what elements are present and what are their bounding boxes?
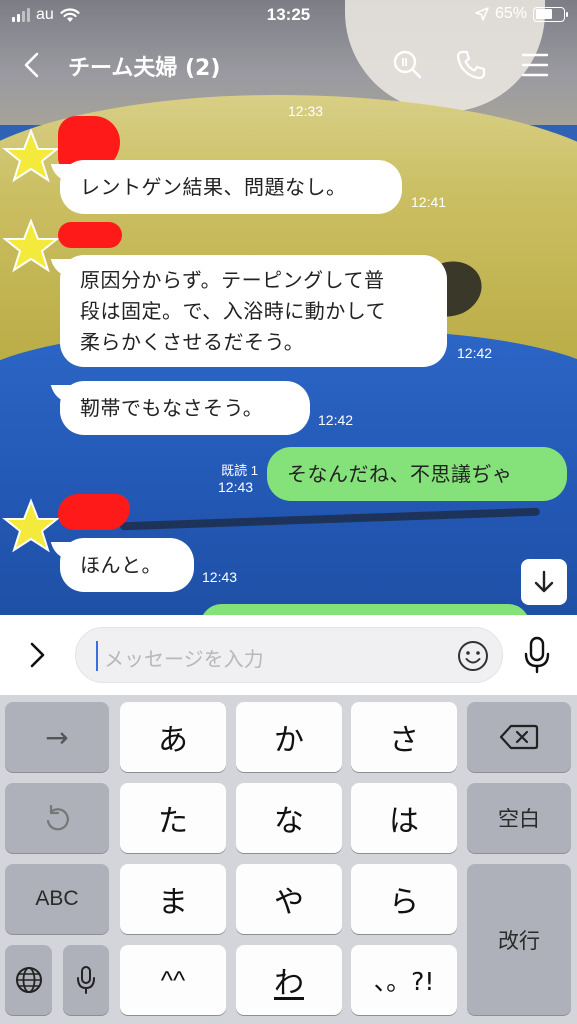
key-ta[interactable]: た <box>120 783 226 853</box>
key-label: 空白 <box>498 807 540 831</box>
key-label: 、。?! <box>373 967 435 996</box>
key-label: ま <box>158 885 188 920</box>
abc-key[interactable]: ABC <box>5 864 109 934</box>
star-avatar-icon[interactable] <box>2 128 60 186</box>
menu-icon[interactable] <box>518 48 552 82</box>
key-label: ら <box>389 885 419 920</box>
message-line: 柔らかくさせるだそう。 <box>80 330 305 354</box>
message-bubble[interactable]: レントゲン結果、問題なし。 <box>60 160 402 214</box>
return-key[interactable]: 改行 <box>467 864 571 1015</box>
backspace-key[interactable] <box>467 702 571 772</box>
chat-title: チーム夫婦 (2) <box>68 56 221 81</box>
key-ma[interactable]: ま <box>120 864 226 934</box>
emoji-icon[interactable] <box>456 639 490 673</box>
read-receipt: 既読 1 <box>221 463 258 478</box>
key-label: ABC <box>35 887 79 910</box>
chat-header: チーム夫婦 (2) <box>0 36 577 94</box>
key-na[interactable]: な <box>236 783 342 853</box>
key-ka[interactable]: か <box>236 702 342 772</box>
globe-icon <box>15 967 42 993</box>
chevron-right-icon[interactable] <box>24 639 52 671</box>
microphone-icon <box>77 966 95 994</box>
key-punctuation[interactable]: 、。?! <box>351 945 457 1015</box>
space-key[interactable]: 空白 <box>467 783 571 853</box>
message-time: 12:42 <box>318 412 354 428</box>
message-bubble[interactable]: 靭帯でもなさそう。 <box>60 381 310 435</box>
dictation-key[interactable] <box>63 945 109 1015</box>
key-label: → <box>45 720 69 754</box>
key-label: か <box>274 723 304 758</box>
message-text: そなんだね、不思議ぢゃ <box>287 462 513 486</box>
message-text: 靭帯でもなさそう。 <box>80 396 264 420</box>
key-label: た <box>158 804 188 839</box>
status-bar: au 13:25 65% <box>0 0 577 32</box>
backspace-icon <box>499 724 539 750</box>
key-label: な <box>274 804 304 839</box>
message-text: レントゲン結果、問題なし。 <box>80 175 347 199</box>
key-label: さ <box>389 723 419 758</box>
phone-icon[interactable] <box>454 48 488 82</box>
message-bubble[interactable]: ほんと。 <box>60 538 194 592</box>
scroll-to-bottom-button[interactable] <box>521 559 567 605</box>
message-time: 12:41 <box>411 194 447 210</box>
japanese-kana-keyboard: → あ か さ た な は 空白 ABC ま や ら 改行 ^^ わ 、。?! <box>0 695 577 1024</box>
key-ya[interactable]: や <box>236 864 342 934</box>
key-a[interactable]: あ <box>120 702 226 772</box>
message-input-bar: メッセージを入力 <box>0 615 577 695</box>
key-label: ^^ <box>160 964 186 995</box>
location-arrow-icon <box>475 7 489 21</box>
undo-key[interactable] <box>5 783 109 853</box>
redacted-sender-name <box>58 222 122 248</box>
key-label: あ <box>158 723 188 758</box>
arrow-down-icon <box>534 570 554 593</box>
message-bubble[interactable]: 原因分からず。テーピングして普 段は固定。で、入浴時に動かして 柔らかくさせるだ… <box>60 255 447 367</box>
key-emoticon[interactable]: ^^ <box>120 945 226 1015</box>
partial-timestamp: 12:33 <box>288 103 324 119</box>
message-line: 段は固定。で、入浴時に動かして <box>80 299 387 323</box>
key-arrow-right[interactable]: → <box>5 702 109 772</box>
undo-icon <box>46 804 69 831</box>
message-text: ほんと。 <box>80 553 162 577</box>
key-sa[interactable]: さ <box>351 702 457 772</box>
key-label: わ <box>274 966 304 1001</box>
key-label: は <box>389 804 419 839</box>
search-icon[interactable] <box>390 48 424 82</box>
status-right: 65% <box>475 5 568 23</box>
message-line: 原因分からず。テーピングして普 <box>80 268 385 292</box>
redacted-sender-name <box>58 494 130 530</box>
star-avatar-icon[interactable] <box>2 218 60 276</box>
key-label: 改行 <box>498 928 540 953</box>
key-ha[interactable]: は <box>351 783 457 853</box>
message-input[interactable]: メッセージを入力 <box>75 627 503 683</box>
message-time: 12:43 <box>218 479 254 495</box>
message-time: 12:43 <box>202 569 238 585</box>
battery-percent: 65% <box>494 5 527 22</box>
key-wa[interactable]: わ <box>236 945 342 1015</box>
battery-icon <box>533 6 568 22</box>
message-bubble-outgoing[interactable]: そなんだね、不思議ぢゃ <box>267 447 567 501</box>
message-time: 12:42 <box>457 345 493 361</box>
text-caret <box>96 641 98 671</box>
key-label: や <box>274 885 304 920</box>
star-avatar-icon[interactable] <box>2 498 60 556</box>
back-chevron-icon[interactable] <box>18 50 48 80</box>
microphone-icon[interactable] <box>521 635 553 675</box>
globe-key[interactable] <box>5 945 52 1015</box>
message-placeholder: メッセージを入力 <box>104 647 264 671</box>
key-ra[interactable]: ら <box>351 864 457 934</box>
